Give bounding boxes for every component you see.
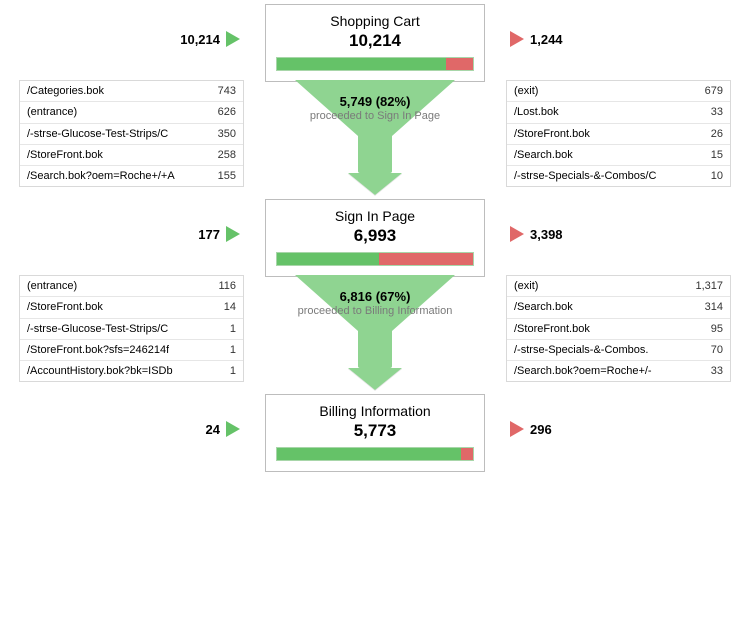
proceeded-text: proceeded to Sign In Page [310,110,440,122]
chevron-down-icon [348,173,402,195]
table-row[interactable]: /Search.bok15 [507,145,730,166]
funnel-connector: 5,749 (82%) proceeded to Sign In Page [250,80,500,199]
outflow-arrow-icon [510,31,524,47]
table-row[interactable]: /Search.bok?oem=Roche+/-33 [507,361,730,381]
funnel-stage-3: 24 Billing Information 5,773 296 [0,394,750,472]
table-row[interactable]: /Categories.bok743 [20,81,243,102]
outflow-table: (exit)1,317 /Search.bok314 /StoreFront.b… [506,275,731,382]
funnel-shaft [358,128,392,173]
table-row[interactable]: /StoreFront.bok95 [507,319,730,340]
table-row[interactable]: /Search.bok?oem=Roche+/+A155 [20,166,243,186]
funnel-stage-2: 177 (entrance)116 /StoreFront.bok14 /-st… [0,199,750,394]
inflow-label: 24 [15,394,250,464]
outflow-table: (exit)679 /Lost.bok33 /StoreFront.bok26 … [506,80,731,187]
outflow-arrow-icon [510,421,524,437]
table-row[interactable]: /Search.bok314 [507,297,730,318]
proceeded-text: proceeded to Billing Information [298,305,453,317]
dropoff-bar [379,253,473,265]
inflow-arrow-icon [226,31,240,47]
table-row[interactable]: /StoreFront.bok258 [20,145,243,166]
outflow-label: 1,244 [500,4,735,74]
outflow-arrow-icon [510,226,524,242]
inflow-label: 177 [15,199,250,269]
table-row[interactable]: (exit)1,317 [507,276,730,297]
table-row[interactable]: /-strse-Specials-&-Combos.70 [507,340,730,361]
table-row[interactable]: /StoreFront.bok14 [20,297,243,318]
table-row[interactable]: /-strse-Glucose-Test-Strips/C1 [20,319,243,340]
funnel-connector: 6,816 (67%) proceeded to Billing Informa… [250,275,500,394]
stage-title: Shopping Cart [276,13,474,29]
stage-box-billing[interactable]: Billing Information 5,773 [265,394,485,472]
dropoff-bar [446,58,473,70]
conversion-bar [276,57,474,71]
inflow-arrow-icon [226,421,240,437]
table-row[interactable]: /-strse-Specials-&-Combos/C10 [507,166,730,186]
funnel-shaft [358,323,392,368]
table-row[interactable]: (entrance)116 [20,276,243,297]
inflow-label: 10,214 [15,4,250,74]
outflow-count: 3,398 [530,227,563,242]
conversion-bar [276,447,474,461]
inflow-count: 24 [206,422,220,437]
table-row[interactable]: (exit)679 [507,81,730,102]
table-row[interactable]: (entrance)626 [20,102,243,123]
stage-count: 10,214 [276,31,474,51]
stage-box-sign-in[interactable]: Sign In Page 6,993 [265,199,485,277]
stage-count: 5,773 [276,421,474,441]
inflow-table: /Categories.bok743 (entrance)626 /-strse… [19,80,244,187]
outflow-count: 296 [530,422,552,437]
outflow-label: 296 [500,394,735,464]
stage-title: Sign In Page [276,208,474,224]
table-row[interactable]: /StoreFront.bok26 [507,124,730,145]
outflow-label: 3,398 [500,199,735,269]
table-row[interactable]: /StoreFront.bok?sfs=246214f1 [20,340,243,361]
dropoff-bar [461,448,473,460]
chevron-down-icon [348,368,402,390]
proceeded-count: 6,816 (67%) [298,289,453,304]
stage-box-shopping-cart[interactable]: Shopping Cart 10,214 [265,4,485,82]
conversion-bar [276,252,474,266]
proceeded-count: 5,749 (82%) [310,94,440,109]
inflow-count: 10,214 [180,32,220,47]
table-row[interactable]: /Lost.bok33 [507,102,730,123]
table-row[interactable]: /-strse-Glucose-Test-Strips/C350 [20,124,243,145]
funnel-stage-1: 10,214 /Categories.bok743 (entrance)626 … [0,4,750,199]
outflow-count: 1,244 [530,32,563,47]
inflow-arrow-icon [226,226,240,242]
stage-title: Billing Information [276,403,474,419]
inflow-count: 177 [198,227,220,242]
table-row[interactable]: /AccountHistory.bok?bk=ISDb1 [20,361,243,381]
stage-count: 6,993 [276,226,474,246]
inflow-table: (entrance)116 /StoreFront.bok14 /-strse-… [19,275,244,382]
